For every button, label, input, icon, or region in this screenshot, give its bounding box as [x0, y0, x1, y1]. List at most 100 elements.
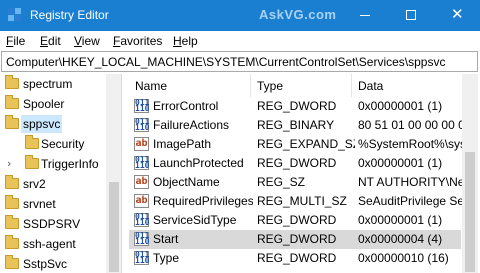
tree-item-security[interactable]: Security — [1, 134, 106, 154]
tree-scrollbar[interactable] — [106, 74, 121, 273]
string-value-icon: ab — [134, 175, 149, 189]
value-name: ObjectName — [153, 175, 220, 189]
value-type: REG_DWORD — [257, 251, 337, 265]
value-row[interactable]: ab ImagePath REG_EXPAND_SZ %SystemRoot%\… — [129, 135, 462, 154]
folder-icon — [5, 195, 19, 209]
list-header: Name Type Data — [129, 74, 461, 97]
tree-item-label: spectrum — [23, 77, 73, 91]
column-header-type[interactable]: Type — [251, 74, 352, 97]
minimize-button[interactable] — [342, 0, 388, 31]
column-header-name[interactable]: Name — [129, 74, 251, 97]
tree-item-label: SstpSvc — [23, 257, 68, 271]
maximize-button[interactable] — [388, 0, 434, 31]
tree-item-ssdpsrv[interactable]: SSDPSRV — [1, 214, 106, 234]
value-name: ServiceSidType — [153, 213, 237, 227]
pane-splitter[interactable] — [122, 74, 129, 273]
key-tree: spectrum Spooler sppsvc Security › Trigg… — [1, 74, 122, 273]
menu-view[interactable]: View — [74, 34, 100, 48]
value-row[interactable]: 011 110 Type REG_DWORD 0x00000010 (16) — [129, 249, 461, 268]
address-bar[interactable]: Computer\HKEY_LOCAL_MACHINE\SYSTEM\Curre… — [1, 51, 478, 72]
value-type: REG_MULTI_SZ — [257, 194, 347, 208]
folder-icon — [5, 75, 19, 89]
value-type: REG_DWORD — [257, 213, 337, 227]
value-list-scrollbar[interactable] — [462, 74, 478, 273]
folder-icon — [25, 155, 39, 169]
dword-value-icon: 011 110 — [134, 155, 150, 170]
value-row[interactable]: 011 110 FailureActions REG_BINARY 80 51 0… — [129, 116, 462, 135]
tree-item-sstpsvc[interactable]: SstpSvc — [1, 254, 106, 273]
tree-item-label: sppsvc — [21, 115, 63, 133]
value-data: 0x00000004 (4) — [358, 232, 443, 246]
value-type: REG_DWORD — [257, 99, 337, 113]
tree-item-label: srv2 — [23, 177, 46, 191]
value-name: RequiredPrivileges — [153, 194, 253, 208]
registry-editor-window: Registry Editor AskVG.com ✕ File Edit Vi… — [0, 0, 480, 273]
minimize-icon — [360, 15, 370, 16]
value-name: FailureActions — [153, 118, 230, 132]
window-title: Registry Editor — [30, 8, 109, 22]
value-data: 0x00000001 (1) — [358, 213, 443, 227]
value-data: 0x00000010 (16) — [358, 251, 449, 265]
value-row[interactable]: 011 110 ServiceSidType REG_DWORD 0x000000… — [129, 211, 461, 230]
tree-item-label: Security — [41, 137, 85, 151]
menu-help[interactable]: Help — [173, 34, 198, 48]
menu-favorites[interactable]: Favorites — [113, 34, 162, 48]
tree-item-label: SSDPSRV — [23, 217, 81, 231]
close-icon: ✕ — [451, 5, 464, 23]
dword-value-icon: 011 110 — [134, 250, 150, 265]
value-type: REG_DWORD — [257, 232, 337, 246]
chevron-right-icon[interactable]: › — [7, 157, 11, 170]
tree-item-srvnet[interactable]: srvnet — [1, 194, 106, 214]
value-data: 0x00000001 (1) — [358, 156, 443, 170]
tree-item-ssh-agent[interactable]: ssh-agent — [1, 234, 106, 254]
close-button[interactable]: ✕ — [434, 0, 480, 31]
menu-bar: File Edit View Favorites Help — [0, 31, 480, 51]
registry-editor-app-icon — [8, 8, 22, 22]
value-row[interactable]: 011 110 ErrorControl REG_DWORD 0x00000001… — [129, 97, 461, 116]
value-type: REG_DWORD — [257, 156, 337, 170]
column-header-data[interactable]: Data — [352, 74, 461, 97]
folder-open-icon — [5, 115, 19, 129]
value-list-scrollbar-thumb[interactable] — [465, 152, 475, 272]
tree-item-sppsvc[interactable]: sppsvc — [1, 114, 106, 134]
maximize-icon — [406, 10, 416, 20]
tree-item-triggerinfo[interactable]: › TriggerInfo — [1, 154, 106, 174]
address-path[interactable]: Computer\HKEY_LOCAL_MACHINE\SYSTEM\Curre… — [6, 55, 445, 69]
value-data: 80 51 01 00 00 00 00... — [358, 118, 462, 132]
value-type: REG_EXPAND_SZ — [257, 137, 355, 151]
value-data: SeAuditPrivilege SeChangeNotifyPrivilege — [358, 194, 462, 208]
folder-icon — [5, 95, 19, 109]
title-bar[interactable]: Registry Editor AskVG.com ✕ — [0, 0, 480, 31]
menu-file[interactable]: File — [6, 34, 25, 48]
value-row[interactable]: 011 110 LaunchProtected REG_DWORD 0x00000… — [129, 154, 461, 173]
dword-value-icon: 011 110 — [134, 231, 150, 246]
value-name: ErrorControl — [153, 99, 219, 113]
folder-icon — [5, 235, 19, 249]
tree-item-label: Spooler — [23, 97, 65, 111]
binary-value-icon: 011 110 — [134, 117, 150, 132]
value-list: Name Type Data 011 110 ErrorControl REG_D… — [129, 74, 478, 273]
tree-item-spectrum[interactable]: spectrum — [1, 74, 106, 94]
value-type: REG_BINARY — [257, 118, 335, 132]
string-value-icon: ab — [134, 137, 149, 151]
tree-item-spooler[interactable]: Spooler — [1, 94, 106, 114]
folder-icon — [5, 215, 19, 229]
folder-icon — [5, 175, 19, 189]
value-row[interactable]: ab ObjectName REG_SZ NT AUTHORITY\Networ… — [129, 173, 462, 192]
value-name: Type — [153, 251, 180, 265]
value-row-start-selected[interactable]: 011 110 Start REG_DWORD 0x00000004 (4) — [129, 230, 461, 249]
value-data: NT AUTHORITY\NetworkService — [358, 175, 462, 189]
tree-item-srv2[interactable]: srv2 — [1, 174, 106, 194]
string-value-icon: ab — [134, 194, 149, 208]
value-data: 0x00000001 (1) — [358, 99, 443, 113]
menu-edit[interactable]: Edit — [40, 34, 61, 48]
folder-icon — [25, 135, 39, 149]
value-name: ImagePath — [153, 137, 212, 151]
value-name: Start — [153, 232, 179, 246]
value-data: %SystemRoot%\system32\sppsvc.exe — [358, 137, 462, 151]
tree-scrollbar-thumb[interactable] — [109, 182, 119, 272]
tree-item-label: ssh-agent — [23, 237, 76, 251]
dword-value-icon: 011 110 — [134, 212, 150, 227]
value-type: REG_SZ — [257, 175, 306, 189]
value-row[interactable]: ab RequiredPrivileges REG_MULTI_SZ SeAud… — [129, 192, 462, 211]
